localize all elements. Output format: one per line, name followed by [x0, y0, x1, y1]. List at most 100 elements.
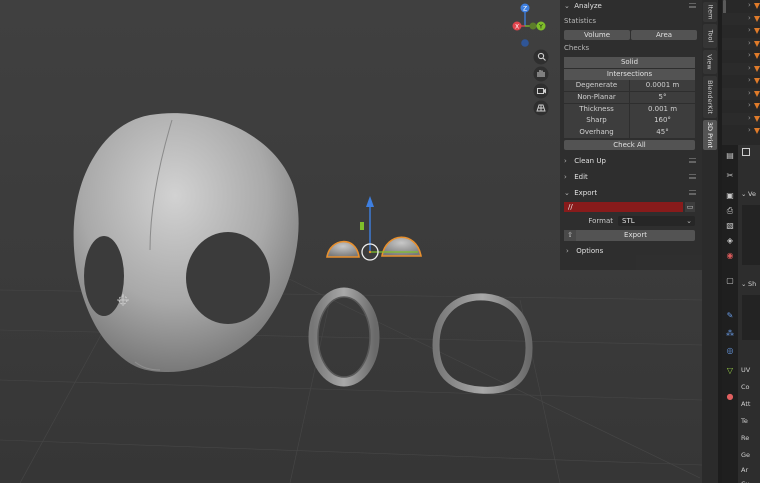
object-data-icon[interactable]: ▽	[724, 365, 736, 377]
scene-icon[interactable]: ◈	[724, 235, 736, 247]
shape-keys-header[interactable]: Sh	[748, 280, 756, 288]
drag-grip-icon[interactable]	[689, 158, 696, 164]
export-button[interactable]: Export	[576, 230, 695, 242]
check-value[interactable]: 45°	[630, 127, 695, 139]
intersections-button[interactable]: Intersections	[564, 68, 695, 80]
format-label: Format	[588, 217, 613, 226]
viewport-nav-buttons[interactable]	[533, 49, 549, 116]
animation-header[interactable]: Ar	[741, 466, 748, 474]
mesh-triangle-icon	[754, 15, 760, 22]
chevron-right-icon: ›	[564, 173, 567, 182]
svg-text:Y: Y	[538, 24, 543, 31]
checks-table: Solid Intersections Degenerate 0.0001 m …	[564, 57, 695, 139]
view-layer-icon[interactable]: ▧	[724, 220, 736, 232]
outliner-row[interactable]: ›	[722, 112, 760, 125]
outliner-row[interactable]: ›	[722, 25, 760, 38]
check-row-degenerate[interactable]: Degenerate 0.0001 m	[564, 80, 695, 92]
check-label[interactable]: Overhang	[564, 127, 629, 139]
outliner-row[interactable]: ›	[722, 0, 760, 13]
vertex-groups-header[interactable]: Ve	[748, 190, 756, 198]
drag-grip-icon[interactable]	[689, 190, 696, 196]
options-subpanel-header[interactable]: › Options	[560, 245, 702, 257]
outliner-row[interactable]: ›	[722, 12, 760, 25]
check-row-thickness[interactable]: Thickness 0.001 m	[564, 103, 695, 115]
check-value[interactable]: 5°	[630, 91, 695, 104]
check-label[interactable]: Thickness	[564, 103, 629, 115]
chevron-down-icon: ⌄	[564, 2, 570, 10]
outliner-row[interactable]: ›	[722, 100, 760, 113]
solid-button[interactable]: Solid	[564, 57, 695, 68]
selected-domes[interactable]	[326, 236, 422, 258]
edit-panel-header[interactable]: › Edit	[560, 171, 702, 183]
check-value[interactable]: 160°	[630, 115, 695, 127]
physics-icon[interactable]: ◎	[724, 345, 736, 357]
outliner-row[interactable]: ›	[722, 75, 760, 88]
tab-tool[interactable]: Tool	[703, 24, 717, 48]
remesh-header[interactable]: Re	[741, 434, 749, 442]
drag-grip-icon[interactable]	[689, 3, 696, 8]
check-row-sharp[interactable]: Sharp 160°	[564, 115, 695, 127]
collection-icon[interactable]: ▢	[724, 275, 736, 287]
vertex-groups-list[interactable]	[742, 205, 760, 265]
check-label[interactable]: Non-Planar	[564, 91, 629, 104]
svg-text:Z: Z	[523, 6, 527, 13]
tab-item[interactable]: Item	[703, 2, 717, 22]
tab-blenderkit[interactable]: BlenderKit	[703, 76, 717, 118]
analyze-panel-header[interactable]: ⌄ Analyze	[560, 0, 702, 12]
outliner-row[interactable]: ›	[722, 50, 760, 63]
volume-button[interactable]: Volume	[564, 30, 630, 40]
format-dropdown[interactable]: STL ⌄	[618, 216, 695, 227]
tool-icon[interactable]: ✂	[724, 170, 736, 182]
particles-icon[interactable]: ⁂	[724, 328, 736, 340]
export-panel-header[interactable]: ⌄ Export	[560, 187, 702, 199]
check-value[interactable]: 0.001 m	[630, 103, 695, 115]
check-value[interactable]: 0.0001 m	[630, 80, 695, 92]
mesh-triangle-icon	[754, 103, 760, 109]
zoom-icon[interactable]	[533, 49, 549, 65]
navigation-gizmo[interactable]: Z Y X	[512, 3, 546, 47]
texture-space-header[interactable]: Te	[741, 417, 748, 425]
camera-view-icon[interactable]	[533, 83, 549, 99]
mesh-triangle-icon	[754, 40, 760, 47]
outliner-row[interactable]: ›	[722, 37, 760, 50]
ring-large[interactable]	[432, 293, 533, 394]
outliner-row[interactable]: ›	[722, 87, 760, 100]
world-icon[interactable]: ◉	[724, 250, 736, 262]
check-label[interactable]: Sharp	[564, 115, 629, 127]
uv-maps-header[interactable]: UV	[741, 366, 750, 374]
cleanup-panel-header[interactable]: › Clean Up	[560, 155, 702, 167]
outliner-row[interactable]: ›	[722, 62, 760, 75]
pan-hand-icon[interactable]	[533, 66, 549, 82]
material-icon[interactable]: ●	[724, 391, 736, 403]
export-icon[interactable]: ⇧	[564, 230, 576, 242]
gizmo-neg-z[interactable]	[521, 39, 529, 47]
export-path-field[interactable]: //	[564, 202, 683, 213]
prop-chevron-down-icon[interactable]: ⌄	[741, 280, 746, 288]
shape-keys-list[interactable]	[742, 295, 760, 340]
area-button[interactable]: Area	[631, 30, 697, 40]
prop-chevron-down-icon[interactable]: ⌄	[741, 190, 746, 198]
outliner[interactable]: › › › › › › › › › › ›	[722, 0, 760, 145]
editor-type-icon[interactable]: ▤	[724, 150, 736, 162]
chevron-right-icon: ›	[566, 247, 569, 256]
skull-mesh[interactable]	[73, 113, 299, 372]
tab-view[interactable]: View	[703, 50, 717, 74]
check-row-overhang[interactable]: Overhang 45°	[564, 127, 695, 139]
check-label[interactable]: Degenerate	[564, 80, 629, 92]
drag-grip-icon[interactable]	[689, 174, 696, 180]
statistics-label: Statistics	[564, 17, 596, 25]
tab-3d-print[interactable]: 3D Print	[703, 120, 717, 150]
properties-content[interactable]: ⌄ Ve ⌄ Sh UV Co Att Te Re Ge Ar Cu	[738, 160, 760, 483]
geometry-data-header[interactable]: Ge	[741, 451, 750, 459]
outliner-row[interactable]: ›	[722, 125, 760, 138]
folder-icon[interactable]: ▭	[685, 202, 695, 213]
attributes-header[interactable]: Att	[741, 400, 750, 408]
render-icon[interactable]: ▣	[724, 190, 736, 202]
output-icon[interactable]: ⎙	[724, 205, 736, 217]
mesh-triangle-icon	[754, 128, 760, 134]
check-all-button[interactable]: Check All	[564, 140, 695, 151]
chevron-down-icon: ⌄	[564, 189, 570, 198]
color-attributes-header[interactable]: Co	[741, 383, 750, 391]
modifier-wrench-icon[interactable]: ✎	[724, 310, 736, 322]
check-row-nonplanar[interactable]: Non-Planar 5°	[564, 91, 695, 104]
